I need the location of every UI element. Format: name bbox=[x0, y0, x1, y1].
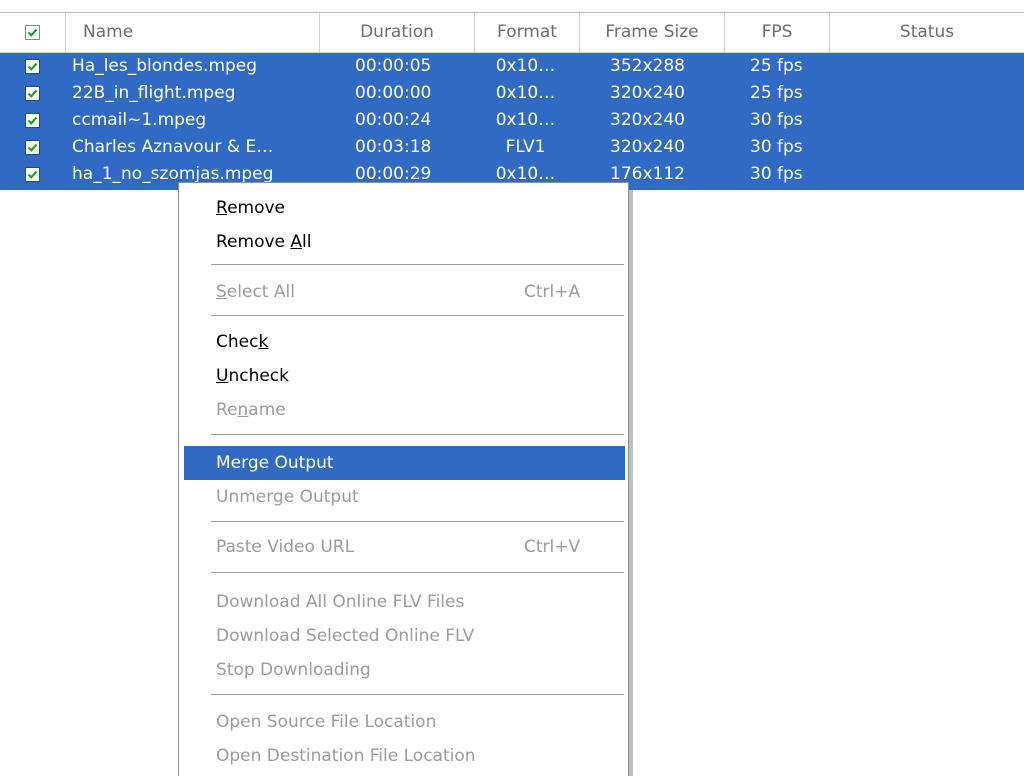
row-checkbox[interactable] bbox=[25, 167, 40, 182]
cell-format: FLV1 bbox=[505, 137, 546, 157]
checkmark-icon bbox=[27, 89, 38, 98]
column-header-frame-size[interactable]: Frame Size bbox=[580, 13, 725, 52]
menu-item-download-all-online-flv[interactable]: Download All Online FLV Files bbox=[184, 585, 625, 619]
column-header-check[interactable] bbox=[0, 13, 66, 52]
menu-label-part: ncheck bbox=[228, 366, 289, 386]
cell-frame-size: 320x240 bbox=[610, 110, 685, 130]
menu-separator bbox=[211, 434, 624, 435]
menu-label: Download Selected Online FLV bbox=[216, 626, 475, 646]
row-checkbox[interactable] bbox=[25, 86, 40, 101]
cell-fps: 25 fps bbox=[750, 56, 803, 76]
menu-item-open-source-file-location[interactable]: Open Source File Location bbox=[184, 705, 625, 739]
cell-duration: 00:00:05 bbox=[355, 56, 432, 76]
cell-fps: 30 fps bbox=[750, 137, 803, 157]
table-row[interactable]: ccmail~1.mpeg 00:00:24 0x10… 320x240 30 … bbox=[0, 107, 1024, 134]
cell-duration: 00:00:00 bbox=[355, 83, 432, 103]
cell-format: 0x10… bbox=[495, 56, 556, 76]
cell-fps: 30 fps bbox=[750, 110, 803, 130]
menu-item-paste-video-url[interactable]: Paste Video URL Ctrl+V bbox=[184, 530, 625, 564]
menu-label-part: ame bbox=[248, 400, 286, 420]
menu-item-open-destination-file-location[interactable]: Open Destination File Location bbox=[184, 739, 625, 773]
menu-label-part: Chec bbox=[216, 332, 259, 352]
menu-label-part: Re bbox=[216, 400, 238, 420]
menu-separator bbox=[211, 521, 624, 522]
cell-frame-size: 352x288 bbox=[610, 56, 685, 76]
cell-name: Ha_les_blondes.mpeg bbox=[72, 56, 258, 76]
row-checkbox[interactable] bbox=[25, 113, 40, 128]
menu-item-uncheck[interactable]: Uncheck bbox=[184, 359, 625, 393]
menu-label: Download All Online FLV Files bbox=[216, 592, 465, 612]
menu-separator bbox=[211, 694, 624, 695]
list-header: Name Duration Format Frame Size FPS Stat… bbox=[0, 13, 1024, 53]
menu-label-part: emove bbox=[227, 198, 286, 218]
menu-item-select-all[interactable]: Select All Ctrl+A bbox=[184, 275, 625, 309]
menu-accelerator: k bbox=[258, 332, 269, 352]
menu-accelerator: R bbox=[216, 198, 228, 218]
menu-item-unmerge-output[interactable]: Unmerge Output bbox=[184, 480, 625, 514]
cell-fps: 25 fps bbox=[750, 83, 803, 103]
menu-separator bbox=[211, 315, 624, 316]
menu-label: Open Destination File Location bbox=[216, 746, 476, 766]
column-header-duration[interactable]: Duration bbox=[320, 13, 475, 52]
menu-label: Open Source File Location bbox=[216, 712, 437, 732]
checkmark-icon bbox=[27, 116, 38, 125]
menu-item-download-selected-online-flv[interactable]: Download Selected Online FLV bbox=[184, 619, 625, 653]
cell-format: 0x10… bbox=[495, 110, 556, 130]
select-all-checkbox[interactable] bbox=[25, 25, 40, 40]
menu-label-part: elect All bbox=[226, 282, 295, 302]
menu-item-remove-all[interactable]: Remove All bbox=[184, 225, 625, 259]
menu-item-check[interactable]: Check bbox=[184, 325, 625, 359]
row-checkbox[interactable] bbox=[25, 140, 40, 155]
menu-item-rename[interactable]: Rename bbox=[184, 393, 625, 427]
cell-duration: 00:00:24 bbox=[355, 110, 432, 130]
table-row[interactable]: 22B_in_flight.mpeg 00:00:00 0x10… 320x24… bbox=[0, 80, 1024, 107]
menu-accelerator: S bbox=[216, 282, 227, 302]
menu-item-merge-output[interactable]: Merge Output bbox=[184, 446, 625, 480]
cell-frame-size: 320x240 bbox=[610, 83, 685, 103]
menu-item-stop-downloading[interactable]: Stop Downloading bbox=[184, 653, 625, 687]
menu-item-remove[interactable]: Remove bbox=[184, 191, 625, 225]
column-header-format[interactable]: Format bbox=[475, 13, 580, 52]
cell-name: ccmail~1.mpeg bbox=[72, 110, 207, 130]
column-header-name[interactable]: Name bbox=[66, 13, 320, 52]
column-header-fps[interactable]: FPS bbox=[725, 13, 830, 52]
menu-accelerator: A bbox=[290, 232, 303, 252]
menu-accelerator: U bbox=[216, 366, 229, 386]
table-row[interactable]: Charles Aznavour & E… 00:03:18 FLV1 320x… bbox=[0, 134, 1024, 161]
column-header-status[interactable]: Status bbox=[830, 13, 1024, 52]
menu-shortcut: Ctrl+V bbox=[524, 537, 581, 557]
cell-name: Charles Aznavour & E… bbox=[72, 137, 274, 157]
menu-label: Paste Video URL bbox=[216, 537, 355, 557]
checkmark-icon bbox=[27, 62, 38, 71]
checkmark-icon bbox=[27, 28, 38, 37]
cell-fps: 30 fps bbox=[750, 164, 803, 184]
row-checkbox[interactable] bbox=[25, 59, 40, 74]
top-border bbox=[0, 0, 1024, 13]
menu-label: Stop Downloading bbox=[216, 660, 371, 680]
checkmark-icon bbox=[27, 143, 38, 152]
menu-separator bbox=[211, 572, 624, 573]
menu-label-part: Remove bbox=[216, 232, 291, 252]
cell-frame-size: 320x240 bbox=[610, 137, 685, 157]
menu-label: Merge Output bbox=[216, 453, 334, 473]
checkmark-icon bbox=[27, 170, 38, 179]
menu-separator bbox=[211, 264, 624, 265]
file-rows: Ha_les_blondes.mpeg 00:00:05 0x10… 352x2… bbox=[0, 53, 1024, 190]
cell-format: 0x10… bbox=[495, 83, 556, 103]
cell-duration: 00:03:18 bbox=[355, 137, 432, 157]
menu-shortcut: Ctrl+A bbox=[524, 282, 581, 302]
menu-accelerator: n bbox=[237, 400, 249, 420]
menu-label: Unmerge Output bbox=[216, 487, 359, 507]
menu-label-part: ll bbox=[302, 232, 312, 252]
cell-name: 22B_in_flight.mpeg bbox=[72, 83, 236, 103]
context-menu: Remove Remove All Select All Ctrl+A Chec… bbox=[178, 182, 629, 776]
table-row[interactable]: Ha_les_blondes.mpeg 00:00:05 0x10… 352x2… bbox=[0, 53, 1024, 80]
